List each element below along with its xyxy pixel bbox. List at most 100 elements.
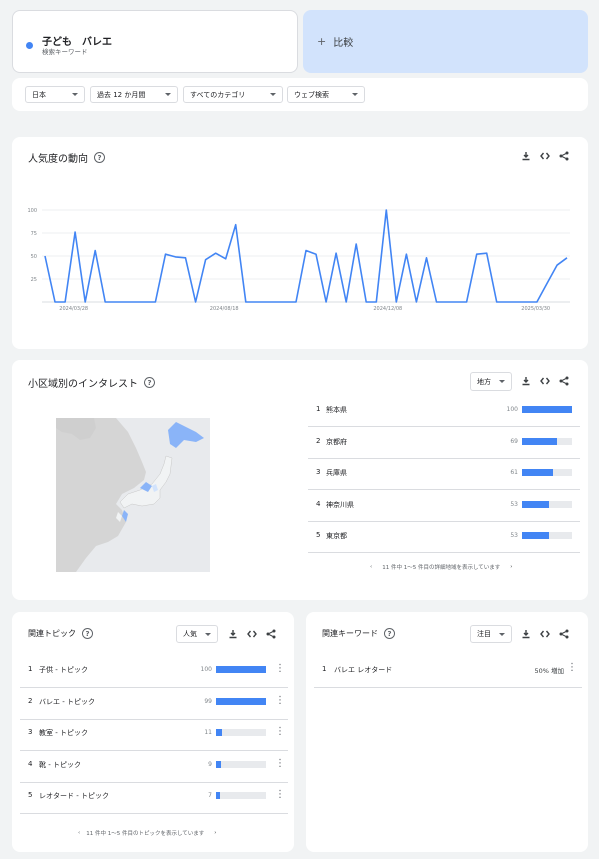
queries-sort-dropdown[interactable]: 注目 <box>470 625 512 643</box>
region-bar-fill <box>522 469 553 476</box>
region-rank: 5 <box>316 531 321 539</box>
region-filter[interactable]: 日本 <box>25 86 85 103</box>
topic-row[interactable]: 3 教室 - トピック 11 ⋮ <box>20 726 288 744</box>
topics-sort-dropdown[interactable]: 人気 <box>176 625 218 643</box>
region-value: 69 <box>510 437 518 445</box>
region-title: 小区域別のインタレスト <box>28 379 138 390</box>
japan-map[interactable] <box>56 418 210 572</box>
region-bar-fill <box>522 500 549 508</box>
y-tick-label: 25 <box>31 277 37 283</box>
trend-line-chart[interactable]: 25 50 75 100 2024/03/28 2024/08/18 2024/12/08 2… <box>25 200 575 315</box>
region-name: 京都府 <box>326 437 347 446</box>
topic-row[interactable]: 4 靴 - トピック 9 ⋮ <box>20 758 288 776</box>
download-icon[interactable] <box>521 376 531 386</box>
region-row[interactable]: 2 京都府 69 <box>308 435 580 453</box>
trend-title-row: 人気度の動向? <box>28 150 105 165</box>
share-icon[interactable] <box>559 376 569 386</box>
share-icon[interactable] <box>559 151 569 161</box>
trend-actions <box>521 151 569 161</box>
region-actions <box>521 376 569 386</box>
x-tick-label: 2024/08/18 <box>210 306 239 312</box>
category-filter[interactable]: すべてのカテゴリ <box>183 86 283 103</box>
download-icon[interactable] <box>521 629 531 639</box>
more-vert-icon[interactable]: ⋮ <box>275 663 285 674</box>
topic-value: 11 <box>204 729 212 736</box>
topic-bar-fill <box>216 792 220 799</box>
topic-bar <box>216 697 266 705</box>
topic-bar-fill <box>216 697 266 705</box>
embed-icon[interactable] <box>540 376 550 386</box>
topic-row[interactable]: 5 レオタード - トピック 7 ⋮ <box>20 789 288 807</box>
queries-card <box>306 612 588 852</box>
topic-bar <box>216 666 266 673</box>
share-icon[interactable] <box>559 629 569 639</box>
embed-icon[interactable] <box>540 629 550 639</box>
topic-value: 100 <box>200 666 212 673</box>
topic-value: 9 <box>208 760 212 768</box>
chevron-left-icon[interactable]: ‹ <box>370 564 372 570</box>
topic-bar <box>216 729 266 736</box>
compare-label: 比較 <box>333 38 354 49</box>
share-icon[interactable] <box>266 629 276 639</box>
plus-icon: + <box>317 35 327 48</box>
download-icon[interactable] <box>521 151 531 161</box>
search-type-filter[interactable]: ウェブ検索 <box>287 86 365 103</box>
topics-title: 関連トピック <box>28 629 76 638</box>
search-term-card[interactable]: 子ども バレエ 検索キーワード <box>12 10 298 73</box>
region-value: 100 <box>506 406 518 413</box>
more-vert-icon[interactable]: ⋮ <box>275 695 285 706</box>
x-tick-label: 2024/03/28 <box>59 306 88 312</box>
period-filter[interactable]: 過去 12 か月間 <box>90 86 178 103</box>
region-rank: 2 <box>316 436 321 445</box>
search-type-filter-label: ウェブ検索 <box>294 90 329 99</box>
more-vert-icon[interactable]: ⋮ <box>275 758 285 769</box>
region-rank: 1 <box>316 405 321 413</box>
more-vert-icon[interactable]: ⋮ <box>567 662 577 673</box>
period-filter-label: 過去 12 か月間 <box>97 90 146 99</box>
chevron-left-icon[interactable]: ‹ <box>78 830 80 836</box>
region-bar <box>522 469 572 476</box>
topic-divider <box>20 687 288 688</box>
category-filter-label: すべてのカテゴリ <box>190 90 246 99</box>
region-name: 東京都 <box>326 532 347 540</box>
topic-row[interactable]: 2 バレエ - トピック 99 ⋮ <box>20 695 288 713</box>
more-vert-icon[interactable]: ⋮ <box>275 726 285 737</box>
help-icon[interactable]: ? <box>144 377 155 388</box>
embed-icon[interactable] <box>540 151 550 161</box>
chevron-right-icon[interactable]: › <box>510 564 512 570</box>
help-icon[interactable]: ? <box>384 628 395 639</box>
topic-rank: 2 <box>28 696 33 705</box>
topics-pager: ‹ 11 件中 1～5 件目のトピックを表示しています › <box>78 829 217 837</box>
region-divider <box>308 520 580 522</box>
region-row[interactable]: 4 神奈川県 53 <box>308 498 580 516</box>
help-icon[interactable]: ? <box>94 152 105 163</box>
region-bar <box>522 500 572 508</box>
help-icon[interactable]: ? <box>82 628 93 639</box>
query-row[interactable]: 1 バレエ レオタード 50% 増加 ⋮ <box>314 660 582 680</box>
topics-actions <box>228 629 276 639</box>
chevron-right-icon[interactable]: › <box>214 830 216 836</box>
compare-button[interactable]: + 比較 <box>303 10 588 73</box>
region-level-dropdown[interactable]: 地方 <box>470 372 512 391</box>
queries-sort-label: 注目 <box>477 630 491 638</box>
region-bar-fill <box>522 406 572 413</box>
y-tick-label: 75 <box>31 231 37 237</box>
topic-bar-fill <box>216 760 221 768</box>
topic-rank: 1 <box>28 665 33 673</box>
topics-title-row: 関連トピック? <box>28 628 93 639</box>
region-row[interactable]: 5 東京都 53 <box>308 529 580 547</box>
topic-bar <box>216 760 266 768</box>
queries-actions <box>521 629 569 639</box>
region-bar <box>522 532 572 539</box>
region-value: 53 <box>510 532 518 539</box>
chevron-down-icon <box>270 93 276 96</box>
region-row[interactable]: 3 兵庫県 61 <box>308 466 580 484</box>
chevron-down-icon <box>72 93 78 96</box>
topic-row[interactable]: 1 子供 - トピック 100 ⋮ <box>20 663 288 681</box>
embed-icon[interactable] <box>247 629 257 639</box>
more-vert-icon[interactable]: ⋮ <box>275 789 285 800</box>
region-row[interactable]: 1 熊本県 100 <box>308 403 580 421</box>
download-icon[interactable] <box>228 629 238 639</box>
term-type: 検索キーワード <box>42 48 88 56</box>
queries-title: 関連キーワード <box>322 629 378 638</box>
